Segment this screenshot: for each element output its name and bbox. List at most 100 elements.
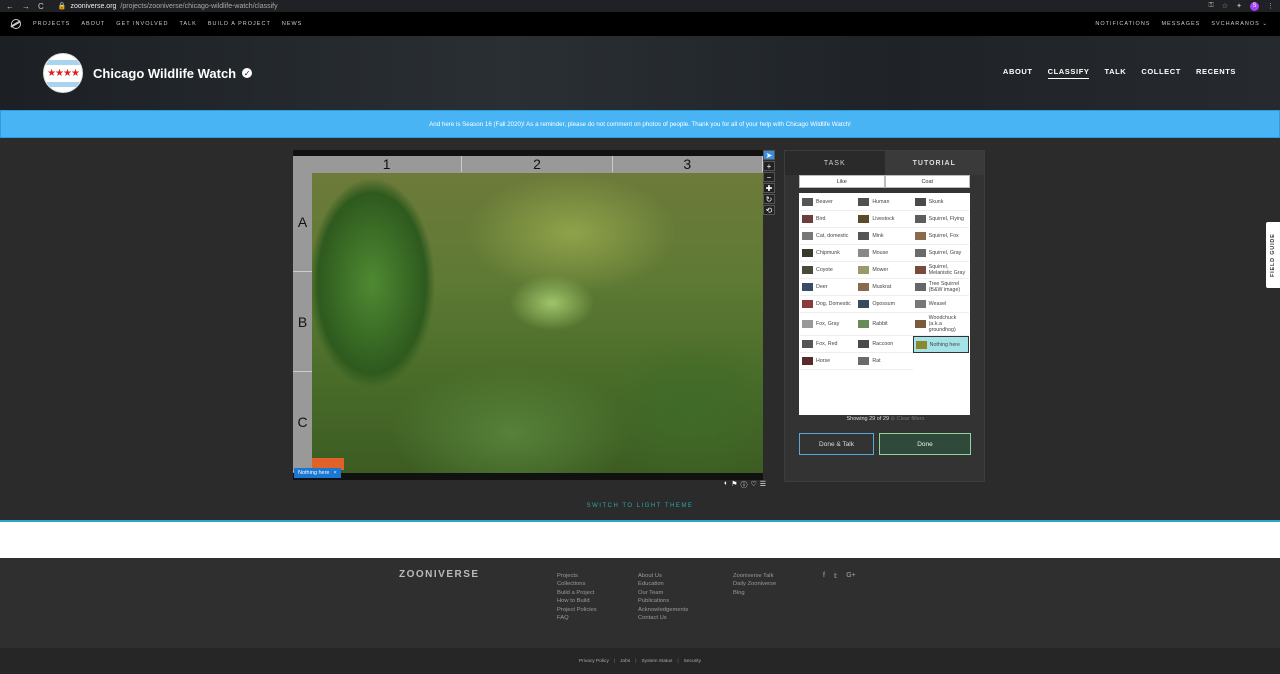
topnav-projects[interactable]: PROJECTS — [33, 21, 70, 27]
done-button[interactable]: Done — [879, 433, 971, 455]
zooniverse-logo-icon[interactable] — [11, 19, 21, 29]
choice-rabbit[interactable]: Rabbit — [856, 313, 913, 336]
choice-dog-domestic[interactable]: Dog, Domestic — [800, 296, 857, 313]
zoom-out-icon[interactable]: − — [763, 172, 775, 182]
subject-viewer[interactable]: 123 ABC Nothing here × — [293, 150, 763, 480]
invert-icon[interactable]: ◐ — [724, 480, 728, 490]
project-nav-recents[interactable]: RECENTS — [1196, 67, 1236, 79]
footer-link-publications[interactable]: Publications — [638, 598, 688, 604]
legal-link-system-status[interactable]: System Status — [641, 659, 672, 664]
tab-task[interactable]: TASK — [785, 151, 885, 175]
choice-opossum[interactable]: Opossum — [856, 296, 913, 313]
pan-icon[interactable]: ✚ — [763, 183, 775, 193]
choice-squirrel-flying[interactable]: Squirrel, Flying — [912, 211, 969, 228]
choice-rat[interactable]: Rat — [856, 353, 913, 370]
choice-human[interactable]: Human — [856, 194, 913, 211]
choice-livestock[interactable]: Livestock — [856, 211, 913, 228]
choice-deer[interactable]: Deer — [800, 279, 857, 296]
topnav-build-a-project[interactable]: BUILD A PROJECT — [208, 21, 271, 27]
zoom-in-icon[interactable]: + — [763, 161, 775, 171]
project-nav-classify[interactable]: CLASSIFY — [1047, 67, 1090, 79]
flag-icon[interactable]: ⚑ — [731, 480, 737, 490]
project-nav-collect[interactable]: COLLECT — [1141, 67, 1181, 79]
footer-link-contact-us[interactable]: Contact Us — [638, 615, 688, 621]
topnav-news[interactable]: NEWS — [282, 21, 303, 27]
info-icon[interactable]: ⓘ — [741, 480, 748, 490]
pointer-tool-icon[interactable]: ➤ — [763, 150, 775, 160]
choice-fox-red[interactable]: Fox, Red — [800, 336, 857, 353]
project-avatar[interactable]: ★★★★ — [43, 53, 83, 93]
favorite-heart-icon[interactable]: ♡ — [751, 480, 757, 490]
key-icon[interactable]: ⚿ — [1209, 2, 1214, 10]
footer-link-projects[interactable]: Projects — [557, 573, 597, 579]
footer-link-zooniverse-talk[interactable]: Zooniverse Talk — [733, 573, 776, 579]
project-title[interactable]: Chicago Wildlife Watch — [93, 66, 236, 81]
topnav-get-involved[interactable]: GET INVOLVED — [116, 21, 168, 27]
filter-coat-button[interactable]: Coat — [884, 175, 970, 188]
star-icon[interactable]: ☆ — [1222, 2, 1228, 10]
choice-chipmunk[interactable]: Chipmunk — [800, 245, 857, 262]
choice-mower[interactable]: Mower — [856, 262, 913, 279]
footer-link-acknowledgements[interactable]: Acknowledgements — [638, 607, 688, 613]
footer-logo[interactable]: ZOONIVERSE — [399, 569, 480, 580]
remove-tag-icon[interactable]: × — [334, 470, 337, 476]
tab-tutorial[interactable]: TUTORIAL — [884, 151, 984, 175]
subject-image[interactable] — [312, 173, 763, 473]
address-bar[interactable]: 🔒 zooniverse.org/projects/zooniverse/chi… — [58, 2, 278, 11]
reset-icon[interactable]: ⟲ — [763, 205, 775, 215]
choice-horse[interactable]: Horse — [800, 353, 857, 370]
choice-squirrel-gray[interactable]: Squirrel, Gray — [912, 245, 969, 262]
facebook-icon[interactable]: f — [823, 572, 825, 580]
menu-icon[interactable]: ⋮ — [1267, 2, 1274, 10]
footer-link-about-us[interactable]: About Us — [638, 573, 688, 579]
google-plus-icon[interactable]: G+ — [846, 572, 856, 580]
choice-woodchuck-a-k-a-groundhog[interactable]: Woodchuck (a.k.a groundhog) — [912, 313, 969, 336]
footer-link-collections[interactable]: Collections — [557, 581, 597, 587]
usernav-svcharanos[interactable]: SVCHARANOS ⌄ — [1211, 21, 1268, 27]
topnav-about[interactable]: ABOUT — [81, 21, 105, 27]
footer-link-education[interactable]: Education — [638, 581, 688, 587]
choice-tree-squirrel-b-w-image[interactable]: Tree Squirrel (B&W image) — [912, 279, 969, 296]
legal-link-jobs[interactable]: Jobs — [620, 659, 630, 664]
project-nav-talk[interactable]: TALK — [1104, 67, 1126, 79]
forward-icon[interactable]: → — [22, 2, 30, 11]
footer-link-project-policies[interactable]: Project Policies — [557, 607, 597, 613]
choice-mouse[interactable]: Mouse — [856, 245, 913, 262]
choice-beaver[interactable]: Beaver — [800, 194, 857, 211]
choice-nothing-here[interactable]: Nothing here — [912, 336, 969, 353]
extensions-icon[interactable]: ✦ — [1236, 2, 1242, 10]
choice-skunk[interactable]: Skunk — [912, 194, 969, 211]
choice-weasel[interactable]: Weasel — [912, 296, 969, 313]
footer-link-faq[interactable]: FAQ — [557, 615, 597, 621]
field-guide-tab[interactable]: FIELD GUIDE — [1266, 222, 1280, 288]
collect-list-icon[interactable]: ☰ — [760, 480, 766, 490]
choice-squirrel-melanistic-gray[interactable]: Squirrel, Melanistic Gray — [912, 262, 969, 279]
choice-fox-gray[interactable]: Fox, Gray — [800, 313, 857, 336]
usernav-messages[interactable]: MESSAGES — [1161, 21, 1200, 27]
clear-filters-link[interactable]: ⊘ Clear filters — [891, 416, 925, 422]
choice-raccoon[interactable]: Raccoon — [856, 336, 913, 353]
twitter-icon[interactable]: 𝕥 — [834, 572, 837, 580]
done-and-talk-button[interactable]: Done & Talk — [799, 433, 874, 455]
choice-muskrat[interactable]: Muskrat — [856, 279, 913, 296]
choice-bird[interactable]: Bird — [800, 211, 857, 228]
back-icon[interactable]: ← — [6, 2, 14, 11]
footer-link-daily-zooniverse[interactable]: Daily Zooniverse — [733, 581, 776, 587]
footer-link-our-team[interactable]: Our Team — [638, 590, 688, 596]
usernav-notifications[interactable]: NOTIFICATIONS — [1095, 21, 1150, 27]
filter-like-button[interactable]: Like — [799, 175, 885, 188]
selected-choice-tag[interactable]: Nothing here × — [294, 468, 341, 478]
topnav-talk[interactable]: TALK — [179, 21, 196, 27]
footer-link-build-a-project[interactable]: Build a Project — [557, 590, 597, 596]
switch-theme-link[interactable]: SWITCH TO LIGHT THEME — [0, 503, 1280, 509]
legal-link-privacy-policy[interactable]: Privacy Policy — [579, 659, 609, 664]
rotate-icon[interactable]: ↻ — [763, 194, 775, 204]
legal-link-security[interactable]: Security — [684, 659, 701, 664]
choice-mink[interactable]: Mink — [856, 228, 913, 245]
footer-link-how-to-build[interactable]: How to Build — [557, 598, 597, 604]
choice-cat-domestic[interactable]: Cat, domestic — [800, 228, 857, 245]
choice-squirrel-fox[interactable]: Squirrel, Fox — [912, 228, 969, 245]
choice-coyote[interactable]: Coyote — [800, 262, 857, 279]
profile-avatar[interactable]: S — [1250, 1, 1259, 11]
reload-icon[interactable]: C — [38, 2, 44, 11]
